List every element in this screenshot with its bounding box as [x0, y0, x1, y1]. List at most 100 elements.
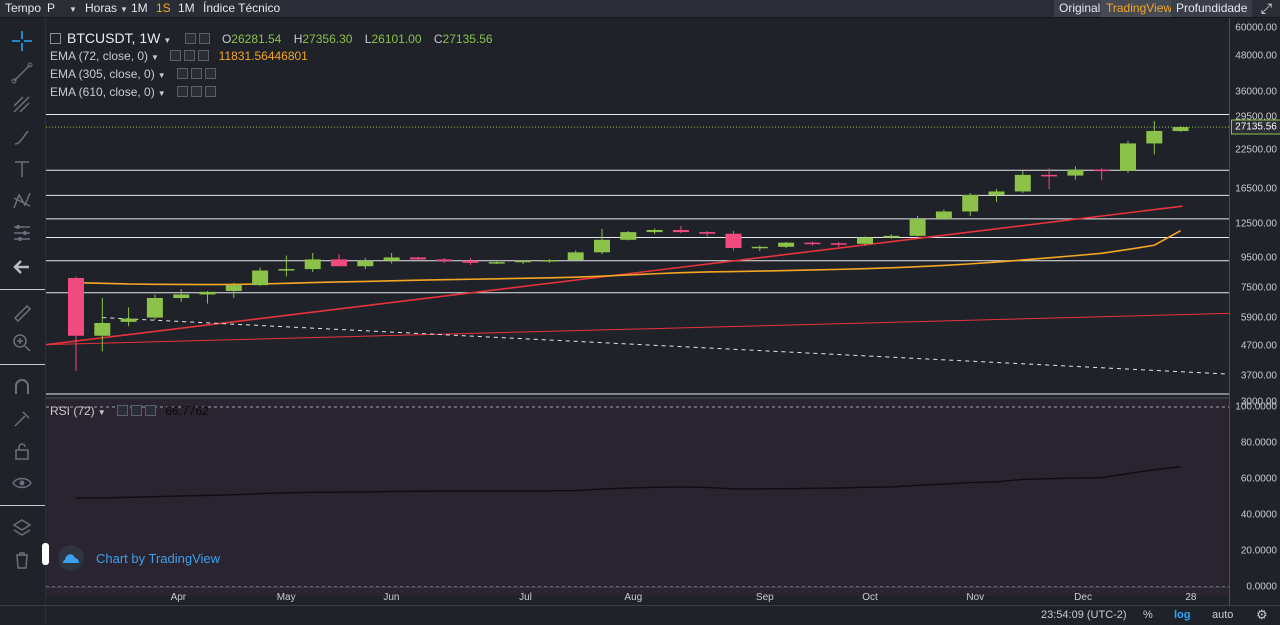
- scroll-handle[interactable]: [42, 543, 49, 565]
- symbol-title[interactable]: BTCUSDT, 1W: [67, 30, 160, 46]
- prediction-icon[interactable]: [9, 220, 35, 246]
- magnet-icon[interactable]: [9, 374, 35, 400]
- low-value: 26101.00: [371, 32, 422, 46]
- visibility-icon[interactable]: [176, 68, 188, 79]
- drawing-toolbar: [0, 18, 46, 624]
- chevron-down-icon[interactable]: ▼: [151, 53, 159, 62]
- candle-body: [1146, 130, 1163, 144]
- rsi-tick-label: 60.0000: [1240, 473, 1277, 485]
- trend-line-icon[interactable]: [9, 60, 35, 86]
- rsi-tick-label: 80.0000: [1240, 437, 1277, 449]
- timeframe-1s-button[interactable]: 1S: [156, 0, 171, 17]
- clock-readout[interactable]: 23:54:09 (UTC-2): [1041, 609, 1127, 621]
- candle-body: [778, 242, 795, 247]
- ruler-icon[interactable]: [9, 300, 35, 326]
- price-axis[interactable]: 60000.00 48000.00 36000.00 29500.00 22500.00…: [1229, 18, 1280, 605]
- gear-icon[interactable]: ⚙: [1256, 607, 1268, 623]
- arrow-left-icon[interactable]: [9, 254, 35, 280]
- rsi-tick-label: 0.0000: [1246, 581, 1277, 593]
- candle-body: [409, 257, 426, 260]
- candle-body: [68, 277, 84, 336]
- ema2-legend: EMA (305, close, 0) ▼: [50, 66, 216, 84]
- settings-icon[interactable]: [130, 405, 142, 416]
- chart-area[interactable]: [46, 18, 1229, 605]
- pitchfork-icon[interactable]: [9, 92, 35, 118]
- rsi-pane-background: [46, 398, 1229, 596]
- price-tick-label: 22500.00: [1235, 144, 1277, 156]
- pattern-icon[interactable]: [9, 188, 35, 214]
- tradingview-watermark[interactable]: Chart by TradingView: [58, 545, 220, 571]
- settings-icon[interactable]: [190, 68, 202, 79]
- ema3-legend: EMA (610, close, 0) ▼: [50, 84, 216, 102]
- watermark-text: Chart by TradingView: [96, 550, 221, 566]
- close-icon[interactable]: [144, 405, 156, 416]
- rsi-legend: RSI (72) ▼ 66.7762: [50, 403, 209, 421]
- candle-body: [935, 211, 952, 219]
- trash-icon[interactable]: [9, 547, 35, 573]
- price-tick-label: 3700.00: [1240, 370, 1277, 382]
- zoom-in-icon[interactable]: [9, 330, 35, 356]
- price-tick-label: 4700.00: [1240, 340, 1277, 352]
- chart-canvas[interactable]: [46, 18, 1229, 605]
- chevron-down-icon[interactable]: ▼: [163, 36, 171, 45]
- visibility-icon[interactable]: [170, 50, 182, 61]
- chevron-down-icon: ▼: [69, 5, 77, 14]
- collapse-legend-icon[interactable]: [50, 33, 61, 44]
- settings-icon[interactable]: [184, 33, 196, 44]
- candle-body: [646, 229, 663, 233]
- eye-icon[interactable]: [9, 470, 35, 496]
- candle-body: [146, 298, 163, 318]
- tempo-label: Tempo: [5, 1, 42, 15]
- ema2-label[interactable]: EMA (305, close, 0): [50, 67, 155, 81]
- candle-body: [1014, 174, 1031, 192]
- candle-body: [751, 246, 768, 249]
- layers-icon[interactable]: [9, 515, 35, 541]
- settings-icon[interactable]: [184, 50, 196, 61]
- lock-icon[interactable]: [9, 438, 35, 464]
- visibility-icon[interactable]: [116, 405, 128, 416]
- price-tick-label: 36000.00: [1235, 86, 1277, 98]
- candle-body: [620, 232, 637, 240]
- candle-body: [725, 233, 742, 249]
- visibility-icon[interactable]: [176, 86, 188, 97]
- log-scale-button[interactable]: log: [1174, 609, 1191, 621]
- price-tick-label: 16500.00: [1235, 183, 1277, 195]
- view-tradingview-button[interactable]: TradingView: [1101, 0, 1178, 17]
- close-icon[interactable]: [204, 68, 216, 79]
- close-icon[interactable]: [198, 50, 210, 61]
- hours-dropdown[interactable]: Horas ▼: [85, 0, 128, 17]
- toolbar-divider: [0, 289, 45, 290]
- rsi-tick-label: 100.0000: [1235, 401, 1277, 413]
- auto-scale-button[interactable]: auto: [1212, 609, 1233, 621]
- brush-icon[interactable]: [9, 124, 35, 150]
- visibility-icon[interactable]: [198, 33, 210, 44]
- settings-icon[interactable]: [190, 86, 202, 97]
- price-tick-label: 7500.00: [1240, 282, 1277, 294]
- close-icon[interactable]: [204, 86, 216, 97]
- percent-scale-button[interactable]: %: [1143, 609, 1153, 621]
- time-axis[interactable]: Apr May Jun Jul Aug Sep Oct Nov Dec 28: [46, 587, 1229, 606]
- close-label: C: [433, 32, 443, 46]
- crosshair-icon[interactable]: [9, 28, 35, 54]
- open-label: O: [221, 32, 232, 46]
- period-dropdown[interactable]: P ▼: [47, 0, 77, 17]
- candle-body: [1172, 127, 1189, 132]
- text-icon[interactable]: [9, 156, 35, 182]
- candle-body: [357, 260, 374, 267]
- timeframe-1m-button-2[interactable]: 1M: [178, 0, 195, 17]
- fullscreen-icon[interactable]: ⤢: [1261, 1, 1272, 16]
- candle-body: [909, 218, 926, 236]
- view-depth-button[interactable]: Profundidade: [1171, 0, 1253, 17]
- lock-drawings-icon[interactable]: [9, 406, 35, 432]
- rsi-label[interactable]: RSI (72): [50, 404, 95, 418]
- chevron-down-icon[interactable]: ▼: [158, 89, 166, 98]
- timeframe-1m-button[interactable]: 1M: [131, 0, 148, 17]
- candle-body: [567, 252, 584, 261]
- view-original-button[interactable]: Original: [1054, 0, 1106, 17]
- ema3-label[interactable]: EMA (610, close, 0): [50, 85, 155, 99]
- chevron-down-icon[interactable]: ▼: [98, 408, 106, 417]
- ema1-label[interactable]: EMA (72, close, 0): [50, 49, 148, 63]
- candle-body: [594, 239, 610, 253]
- chevron-down-icon[interactable]: ▼: [158, 71, 166, 80]
- technical-index-button[interactable]: Índice Técnico: [203, 0, 280, 17]
